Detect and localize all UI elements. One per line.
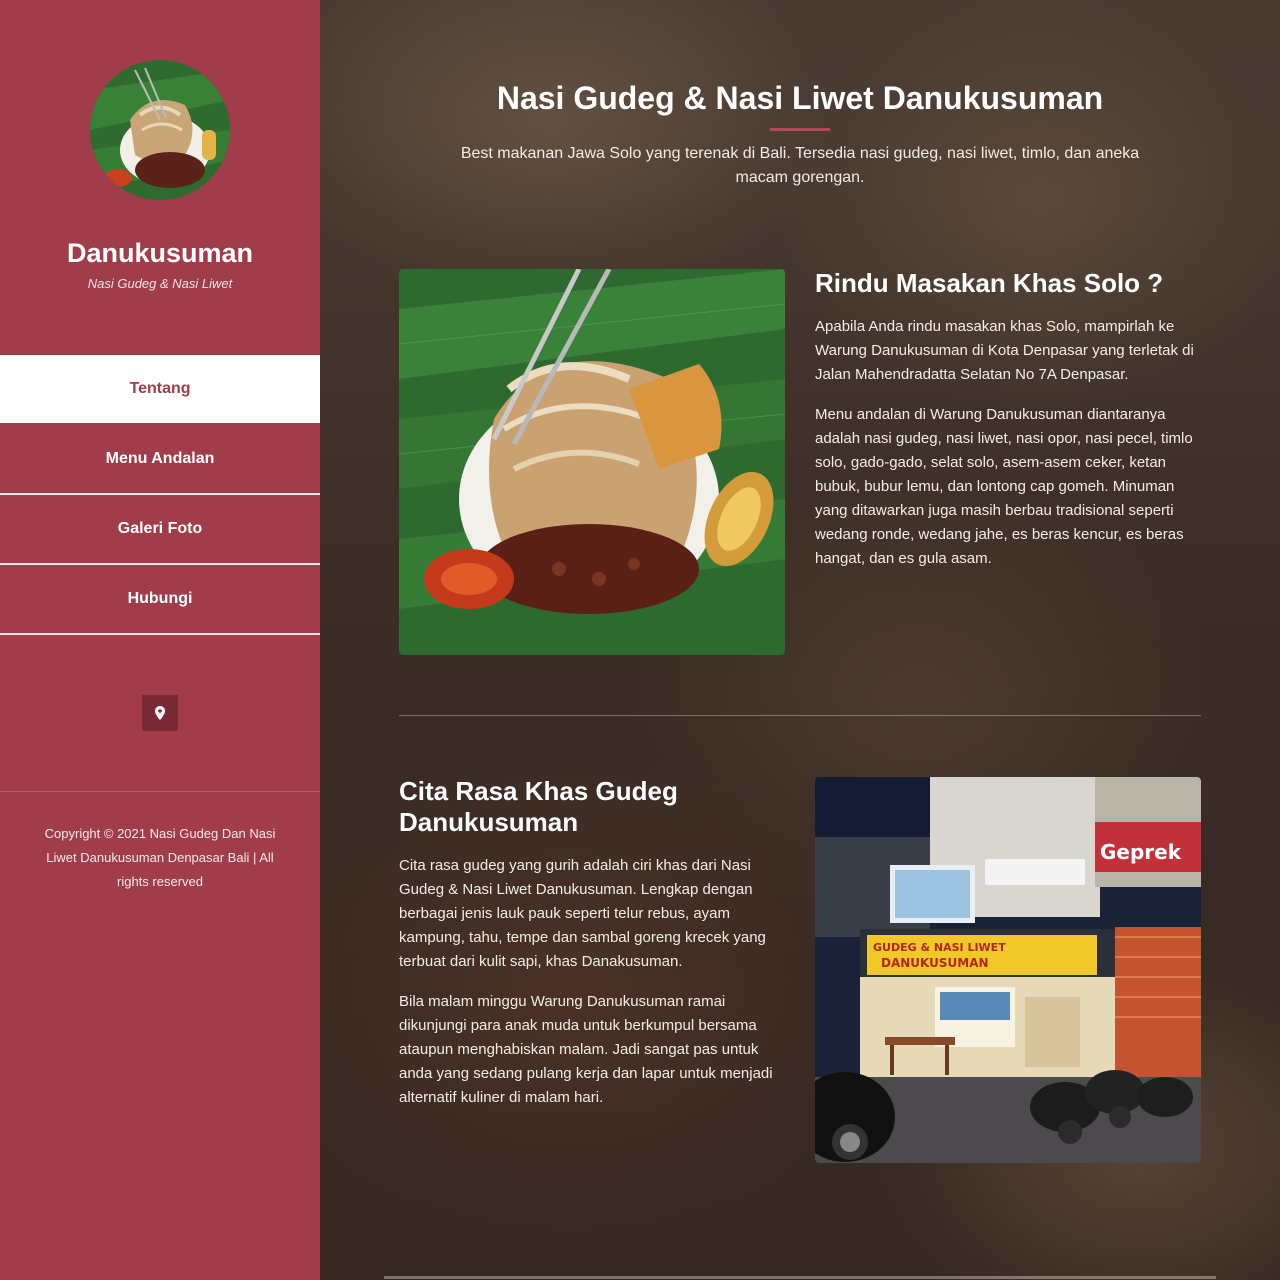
shop-banner-line2: DANUKUSUMAN — [881, 956, 989, 970]
section-paragraph: Apabila Anda rindu masakan khas Solo, ma… — [815, 318, 1194, 383]
gudeg-food-photo — [399, 269, 785, 655]
page-lead: Best makanan Jawa Solo yang terenak di B… — [460, 145, 1140, 186]
nav-item-menu-andalan[interactable]: Menu Andalan — [0, 425, 320, 495]
section-divider — [399, 715, 1201, 716]
section-paragraph: Cita rasa gudeg yang gurih adalah ciri k… — [399, 857, 766, 970]
sidebar-nav: Tentang Menu Andalan Galeri Foto Hubungi — [0, 355, 320, 635]
main-content: Nasi Gudeg & Nasi Liwet Danukusuman Best… — [320, 0, 1280, 1280]
avatar-food-image — [90, 60, 230, 200]
copyright-text: Copyright © 2021 Nasi Gudeg Dan Nasi Liw… — [44, 826, 276, 889]
section-title-cita-rasa: Cita Rasa Khas Gudeg Danukusuman — [399, 776, 678, 837]
sidebar-divider — [0, 791, 320, 792]
section-paragraph: Menu andalan di Warung Danukusuman diant… — [815, 406, 1193, 567]
page-title: Nasi Gudeg & Nasi Liwet Danukusuman — [496, 80, 1104, 116]
section-title-rindu: Rindu Masakan Khas Solo ? — [815, 268, 1164, 298]
nav-item-tentang[interactable]: Tentang — [0, 355, 320, 425]
map-marker-icon — [155, 706, 165, 720]
sidebar: Danukusuman Nasi Gudeg & Nasi Liwet Tent… — [0, 0, 320, 1280]
neighbor-sign-text: Geprek — [1100, 840, 1182, 864]
site-title[interactable]: Danukusuman — [0, 238, 320, 269]
bottom-divider — [384, 1276, 1216, 1279]
warung-storefront-photo: Geprek GUDEG & NASI LIWET DANUKUSUMAN — [815, 777, 1201, 1163]
nav-item-hubungi[interactable]: Hubungi — [0, 565, 320, 635]
site-tagline: Nasi Gudeg & Nasi Liwet — [87, 276, 233, 291]
map-marker-button[interactable] — [142, 695, 178, 731]
heading-underline — [770, 128, 830, 131]
nav-item-galeri-foto[interactable]: Galeri Foto — [0, 495, 320, 565]
avatar[interactable] — [90, 60, 230, 200]
section-paragraph: Bila malam minggu Warung Danukusuman ram… — [399, 993, 773, 1106]
shop-banner-line1: GUDEG & NASI LIWET — [873, 941, 1006, 954]
